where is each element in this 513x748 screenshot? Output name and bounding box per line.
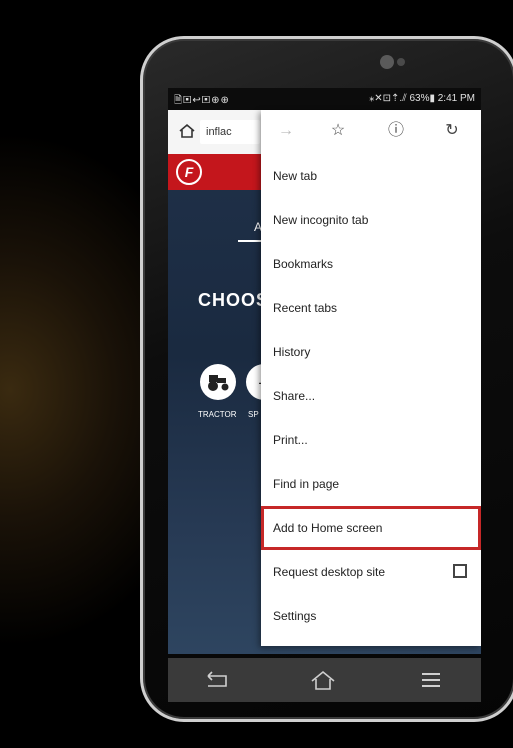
tractor-button[interactable] <box>200 364 236 400</box>
status-left-icons: 🗎▣↩▣⊕⊕ <box>174 95 230 106</box>
menu-item-share[interactable]: Share... <box>261 374 481 418</box>
status-right-text: ⁎✕⊡⇡.⫽ 63%▮ 2:41 PM <box>369 93 475 104</box>
tractor-label: TRACTOR <box>198 410 237 419</box>
refresh-icon[interactable]: ↻ <box>441 120 463 142</box>
camera-sensor <box>397 58 405 66</box>
menu-item-find-in-page[interactable]: Find in page <box>261 462 481 506</box>
brand-logo[interactable]: F <box>176 159 202 185</box>
sport-label: SP <box>248 410 259 419</box>
front-camera <box>380 55 406 69</box>
menu-item-request-desktop-site[interactable]: Request desktop site <box>261 550 481 594</box>
menu-item-new-tab[interactable]: New tab <box>261 154 481 198</box>
menu-item-recent-tabs[interactable]: Recent tabs <box>261 286 481 330</box>
overflow-menu: → ☆ ⓘ ↻ New tab New incognito tab Bookma… <box>261 110 481 646</box>
back-icon[interactable] <box>202 668 232 692</box>
menu-item-history[interactable]: History <box>261 330 481 374</box>
url-field[interactable]: inflac <box>200 120 260 144</box>
menu-toolbar: → ☆ ⓘ ↻ <box>261 110 481 154</box>
navigation-bar <box>168 658 481 702</box>
menu-item-new-incognito-tab[interactable]: New incognito tab <box>261 198 481 242</box>
menu-item-add-to-home-screen[interactable]: Add to Home screen <box>261 506 481 550</box>
menu-item-bookmarks[interactable]: Bookmarks <box>261 242 481 286</box>
camera-lens <box>380 55 394 69</box>
home-nav-icon[interactable] <box>308 668 338 692</box>
star-icon[interactable]: ☆ <box>327 120 349 142</box>
forward-icon[interactable]: → <box>275 120 297 142</box>
page-heading: CHOOS <box>198 290 270 310</box>
home-icon[interactable] <box>178 122 196 140</box>
phone-screen: 🗎▣↩▣⊕⊕ ⁎✕⊡⇡.⫽ 63%▮ 2:41 PM inflac F Ag C… <box>168 88 481 654</box>
status-bar: 🗎▣↩▣⊕⊕ ⁎✕⊡⇡.⫽ 63%▮ 2:41 PM <box>168 88 481 110</box>
info-icon[interactable]: ⓘ <box>385 120 407 142</box>
desktop-site-checkbox[interactable] <box>453 564 467 578</box>
menu-nav-icon[interactable] <box>416 668 446 692</box>
menu-item-print[interactable]: Print... <box>261 418 481 462</box>
tractor-icon <box>208 375 229 391</box>
menu-item-label: Request desktop site <box>273 565 386 579</box>
menu-item-settings[interactable]: Settings <box>261 594 481 638</box>
